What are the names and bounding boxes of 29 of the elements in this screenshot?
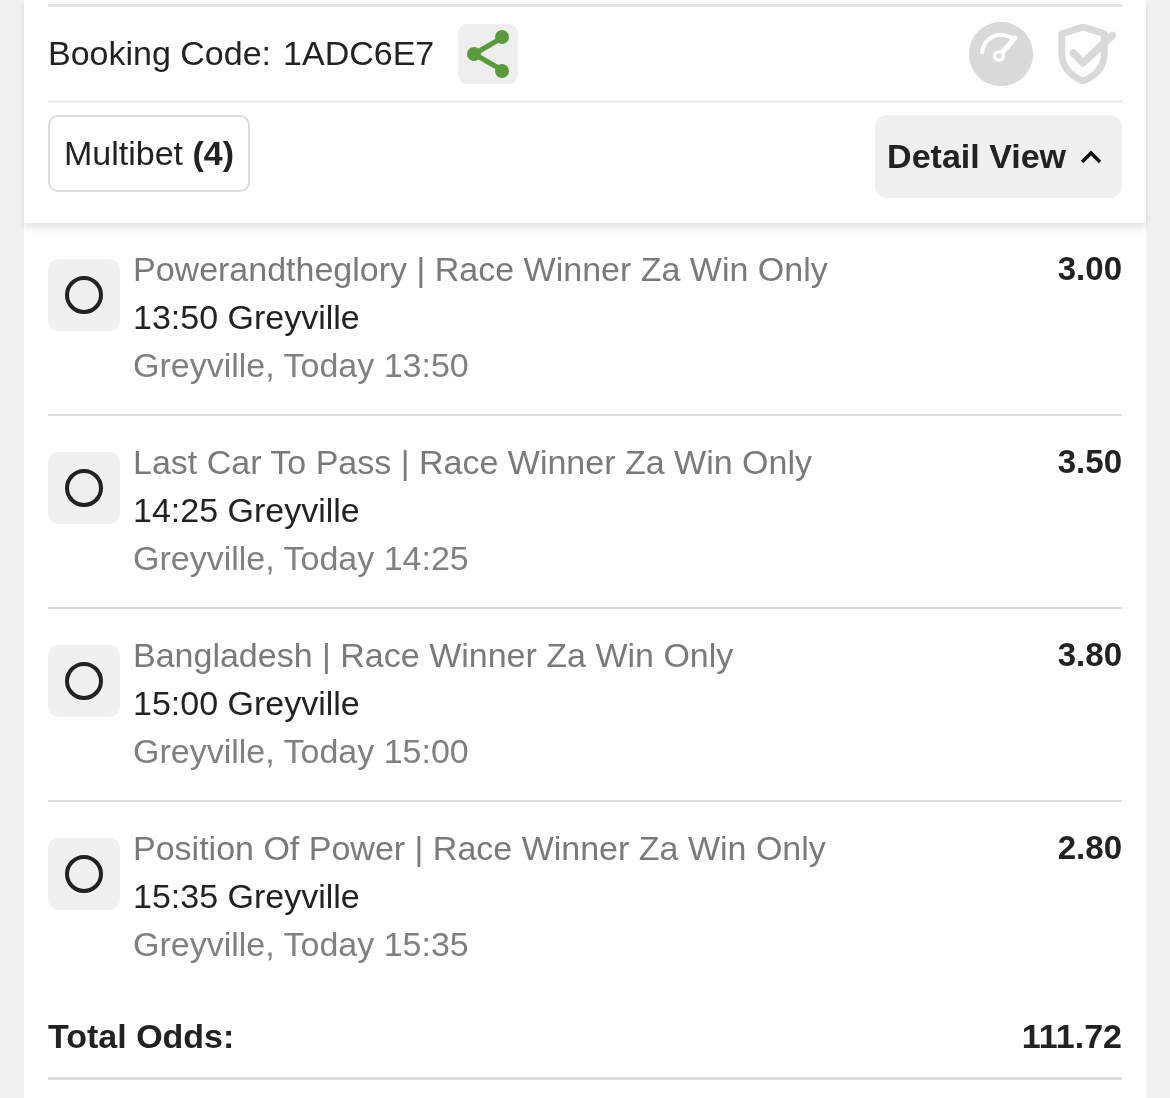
radio-icon[interactable] [48,645,120,717]
total-odds-value: 111.72 [1021,1016,1122,1056]
selection-market: Powerandtheglory | Race Winner Za Win Only [133,249,829,290]
selection-market: Last Car To Pass | Race Winner Za Win Only [133,442,813,483]
radio-icon[interactable] [48,259,120,331]
detail-view-button[interactable]: Detail View [875,115,1122,198]
share-icon[interactable] [458,23,519,84]
multibet-button[interactable]: Multibet (4) [48,115,251,192]
caret-icon [1080,149,1102,164]
selection-odds: 2.80 [1057,828,1122,868]
booking-code: 1ADC6E7 [283,34,435,73]
selection-market: Bangladesh | Race Winner Za Win Only [133,635,735,676]
selection-odds: 3.80 [1057,635,1122,675]
race-name: 14:25 Greyville [133,490,361,531]
race-schedule: Greyville, Today 15:35 [133,924,470,965]
race-schedule: Greyville, Today 13:50 [133,345,470,386]
selection-odds: 3.50 [1057,442,1122,482]
race-name: 15:00 Greyville [133,683,361,724]
total-odds-label: Total Odds: [48,1016,235,1056]
race-schedule: Greyville, Today 14:25 [133,538,470,579]
shield-check-icon[interactable] [1056,23,1116,84]
booking-code-label: Booking Code: [48,34,272,73]
radio-icon[interactable] [48,838,120,910]
radio-icon[interactable] [48,452,120,524]
race-name: 15:35 Greyville [133,876,361,917]
race-name: 13:50 Greyville [133,297,361,338]
selection-market: Position Of Power | Race Winner Za Win Only [133,828,827,869]
race-schedule: Greyville, Today 15:00 [133,731,470,772]
selection-odds: 3.00 [1057,249,1122,289]
